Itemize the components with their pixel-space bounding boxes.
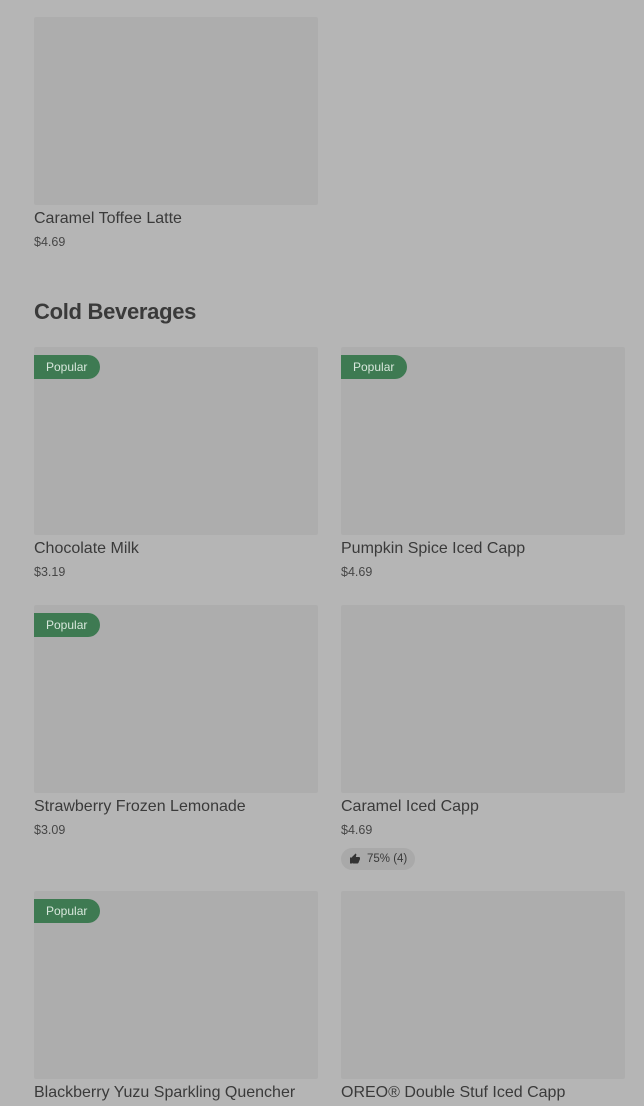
rating-pill: 75% (4): [341, 848, 416, 870]
product-card-blackberry-yuzu-sparkling-quencher[interactable]: Popular Blackberry Yuzu Sparkling Quench…: [34, 891, 318, 1102]
product-image: Popular: [34, 605, 318, 793]
product-price: $3.19: [34, 565, 66, 579]
product-price: $4.69: [341, 823, 373, 837]
product-card-chocolate-milk[interactable]: Popular Chocolate Milk $3.19: [34, 347, 318, 579]
product-name: Chocolate Milk: [34, 540, 139, 557]
product-name: Caramel Iced Capp: [341, 798, 479, 815]
thumbs-up-icon: [350, 853, 360, 864]
popular-badge: Popular: [34, 899, 101, 923]
rating-text: 75% (4): [367, 853, 408, 865]
product-price: $4.69: [34, 235, 66, 249]
product-image: [341, 891, 625, 1079]
product-card-strawberry-frozen-lemonade[interactable]: Popular Strawberry Frozen Lemonade $3.09: [34, 605, 318, 837]
product-name: Caramel Toffee Latte: [34, 210, 182, 227]
section-title: Cold Beverages: [34, 299, 197, 324]
product-image: Popular: [34, 347, 318, 535]
product-name: Pumpkin Spice Iced Capp: [341, 540, 526, 557]
product-card-pumpkin-spice-iced-capp[interactable]: Popular Pumpkin Spice Iced Capp $4.69: [341, 347, 625, 579]
product-price: $3.09: [34, 823, 66, 837]
popular-badge: Popular: [341, 355, 408, 379]
product-name: Strawberry Frozen Lemonade: [34, 798, 246, 815]
product-card-caramel-iced-capp[interactable]: Caramel Iced Capp $4.69 75% (4): [341, 605, 625, 870]
product-name: Blackberry Yuzu Sparkling Quencher: [34, 1084, 296, 1101]
product-price: $4.69: [341, 565, 373, 579]
product-card-caramel-toffee-latte[interactable]: Caramel Toffee Latte $4.69: [34, 17, 318, 249]
product-image: [34, 17, 318, 205]
product-name: OREO® Double Stuf Iced Capp: [341, 1084, 566, 1101]
product-card-oreo-double-stuf-iced-capp[interactable]: OREO® Double Stuf Iced Capp: [341, 891, 625, 1102]
product-image: Popular: [34, 891, 318, 1079]
product-image: Popular: [341, 347, 625, 535]
product-image: [341, 605, 625, 793]
popular-badge: Popular: [34, 613, 101, 637]
popular-badge: Popular: [34, 355, 101, 379]
